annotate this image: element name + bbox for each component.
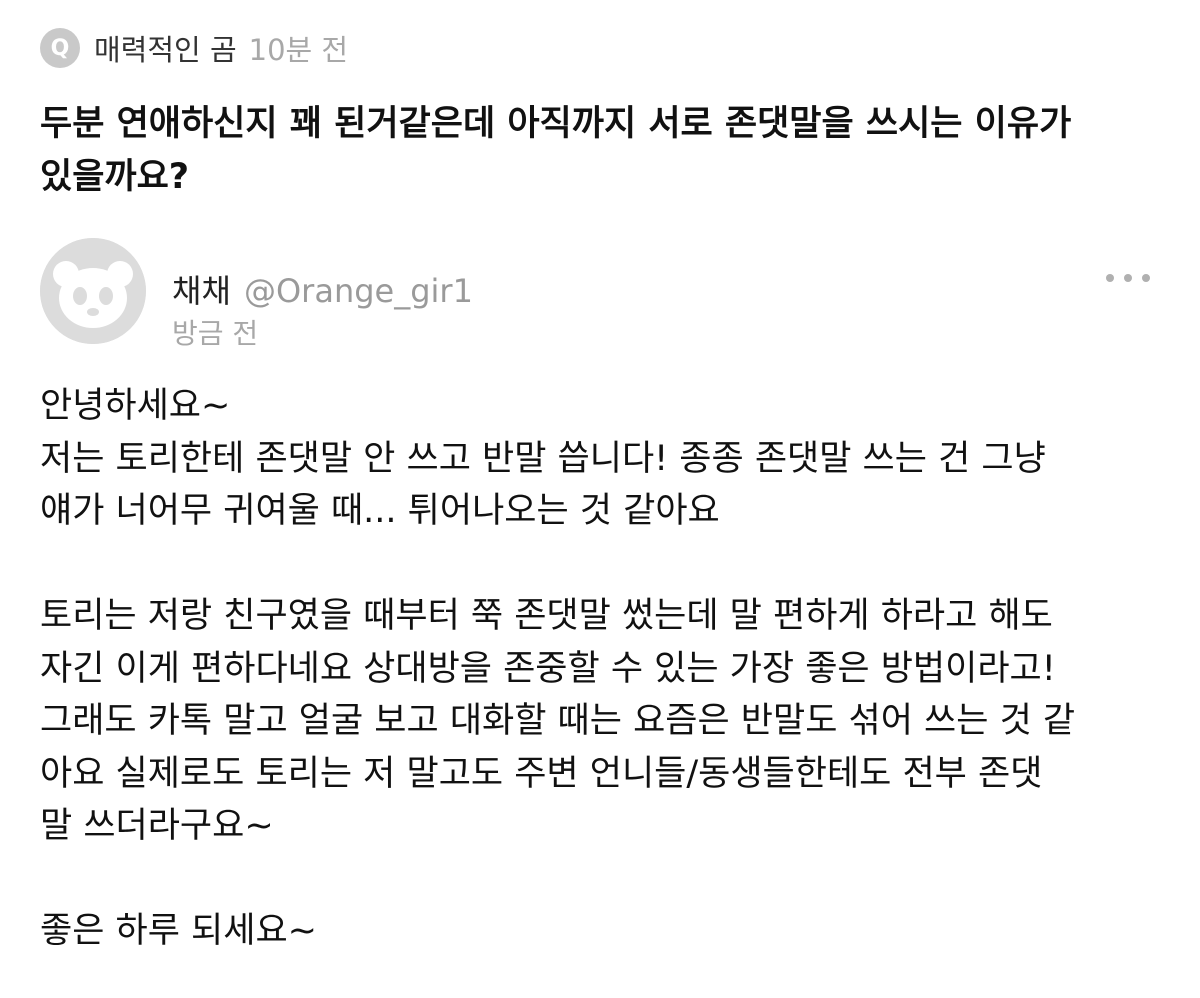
avatar[interactable] bbox=[40, 238, 146, 344]
author-row: 채채 @Orange_gir1 bbox=[172, 266, 473, 312]
dot bbox=[1142, 274, 1150, 282]
answer-body: 안녕하세요~ 저는 토리한테 존댓말 안 쓰고 반말 씁니다! 종종 존댓말 쓰… bbox=[40, 380, 1160, 958]
author-name[interactable]: 채채 bbox=[172, 272, 231, 310]
question-meta: Q 매력적인 곰 10분 전 bbox=[40, 26, 1160, 70]
dot bbox=[1124, 274, 1132, 282]
question-timestamp: 10분 전 bbox=[248, 33, 349, 67]
author-handle[interactable]: @Orange_gir1 bbox=[244, 272, 473, 310]
answer-timestamp: 방금 전 bbox=[172, 317, 259, 350]
question-badge-icon: Q bbox=[40, 28, 80, 68]
asker-name[interactable]: 매력적인 곰 bbox=[94, 27, 237, 69]
dot bbox=[1106, 274, 1114, 282]
answer-header: 채채 @Orange_gir1 방금 전 bbox=[40, 238, 1160, 358]
question-text: 두분 연애하신지 꽤 된거같은데 아직까지 서로 존댓말을 쓰시는 이유가 있을… bbox=[40, 104, 1072, 197]
answer-paragraph-3: 좋은 하루 되세요~ bbox=[40, 911, 317, 951]
question-section: Q 매력적인 곰 10분 전 두분 연애하신지 꽤 된거같은데 아직까지 서로 … bbox=[40, 26, 1160, 204]
panda-avatar-icon bbox=[40, 238, 146, 344]
more-dots-icon[interactable] bbox=[1106, 268, 1150, 288]
answer-paragraph-2: 토리는 저랑 친구였을 때부터 쭉 존댓말 썼는데 말 편하게 하라고 해도 자… bbox=[40, 596, 1076, 846]
answer-paragraph-1: 안녕하세요~ 저는 토리한테 존댓말 안 쓰고 반말 씁니다! 종종 존댓말 쓰… bbox=[40, 386, 1046, 531]
